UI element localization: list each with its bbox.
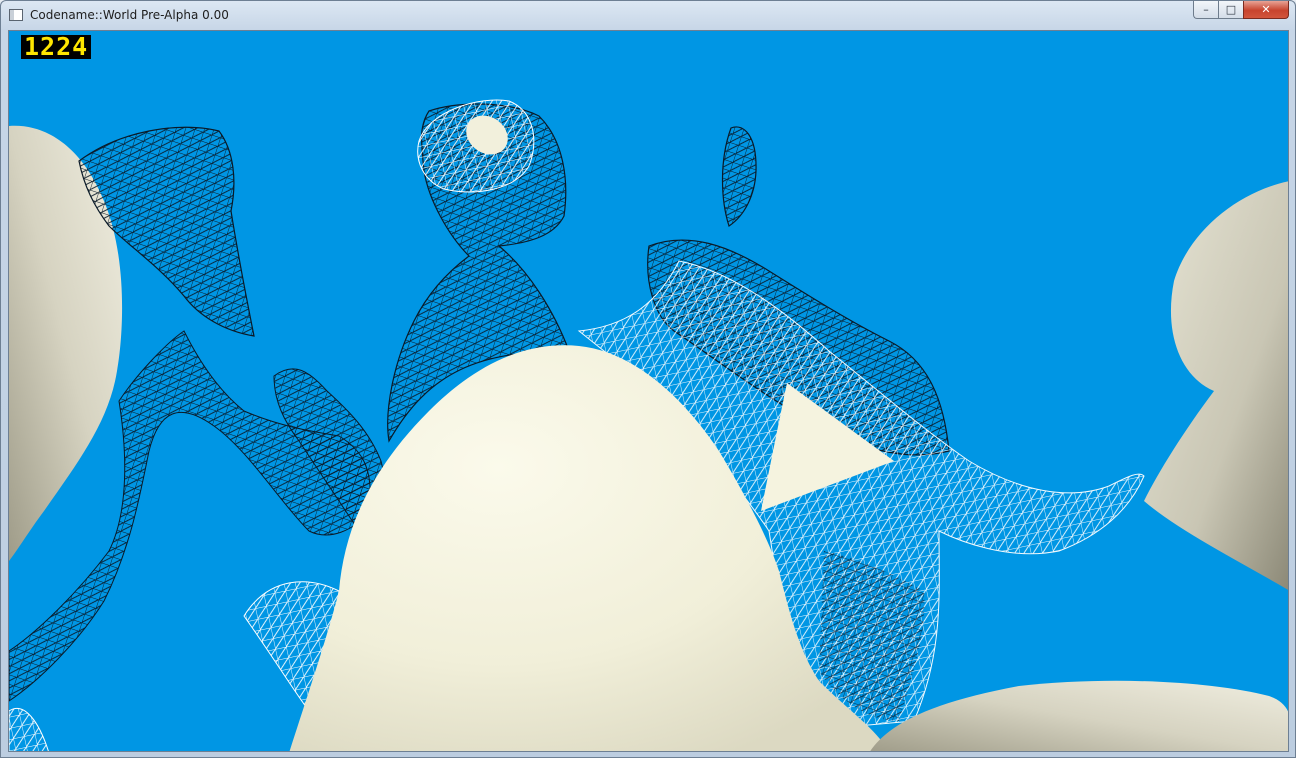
close-button[interactable]: ✕	[1243, 1, 1289, 19]
title-bar[interactable]: Codename::World Pre-Alpha 0.00 – □ ✕	[1, 1, 1295, 30]
window-title: Codename::World Pre-Alpha 0.00	[30, 8, 229, 22]
minimize-icon: –	[1203, 3, 1209, 16]
grey-blob-bottom-right	[870, 680, 1288, 751]
maximize-icon: □	[1225, 3, 1237, 16]
grey-blob-right	[1144, 181, 1288, 590]
app-window: Codename::World Pre-Alpha 0.00 – □ ✕ 122…	[0, 0, 1296, 758]
game-viewport[interactable]: 1224	[8, 30, 1289, 752]
3d-scene	[9, 99, 1288, 751]
close-icon: ✕	[1261, 3, 1271, 16]
wireframe-dark-pod	[721, 126, 757, 227]
maximize-button[interactable]: □	[1218, 1, 1243, 19]
minimize-button[interactable]: –	[1193, 1, 1218, 19]
wireframe-light-corner	[9, 708, 49, 751]
fps-counter: 1224	[21, 34, 92, 59]
caption-buttons: – □ ✕	[1193, 1, 1289, 21]
app-window-icon[interactable]	[9, 9, 23, 21]
